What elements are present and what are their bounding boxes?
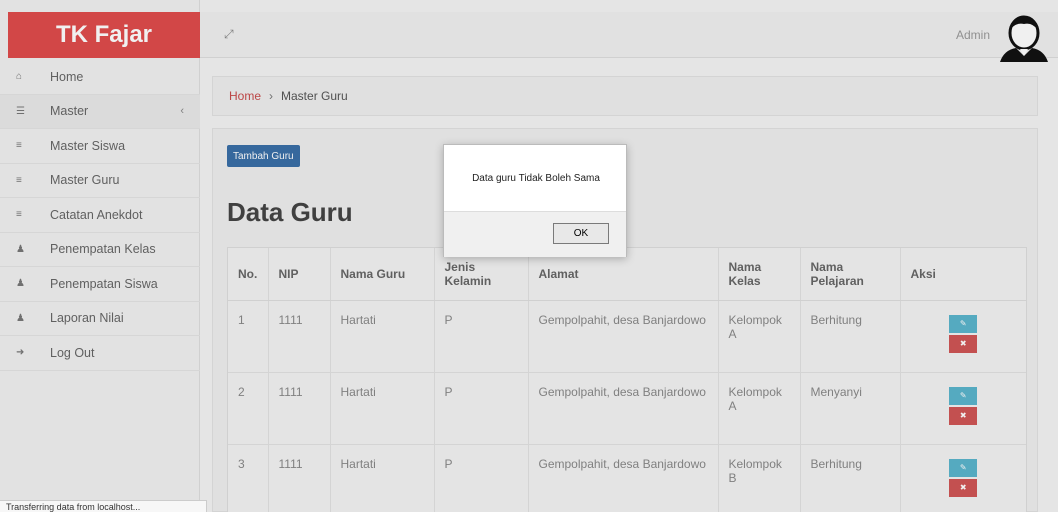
alert-dialog: Data guru Tidak Boleh Sama OK [443, 144, 627, 257]
screen: TK Fajar ⌂ Home ☰ Master ‹ ≡ Master Siswa ≡ Mast… [0, 0, 1058, 512]
alert-message: Data guru Tidak Boleh Sama [472, 173, 600, 184]
alert-footer: OK [444, 211, 626, 257]
status-bar: Transferring data from localhost... [0, 500, 207, 512]
ok-button[interactable]: OK [553, 223, 609, 244]
